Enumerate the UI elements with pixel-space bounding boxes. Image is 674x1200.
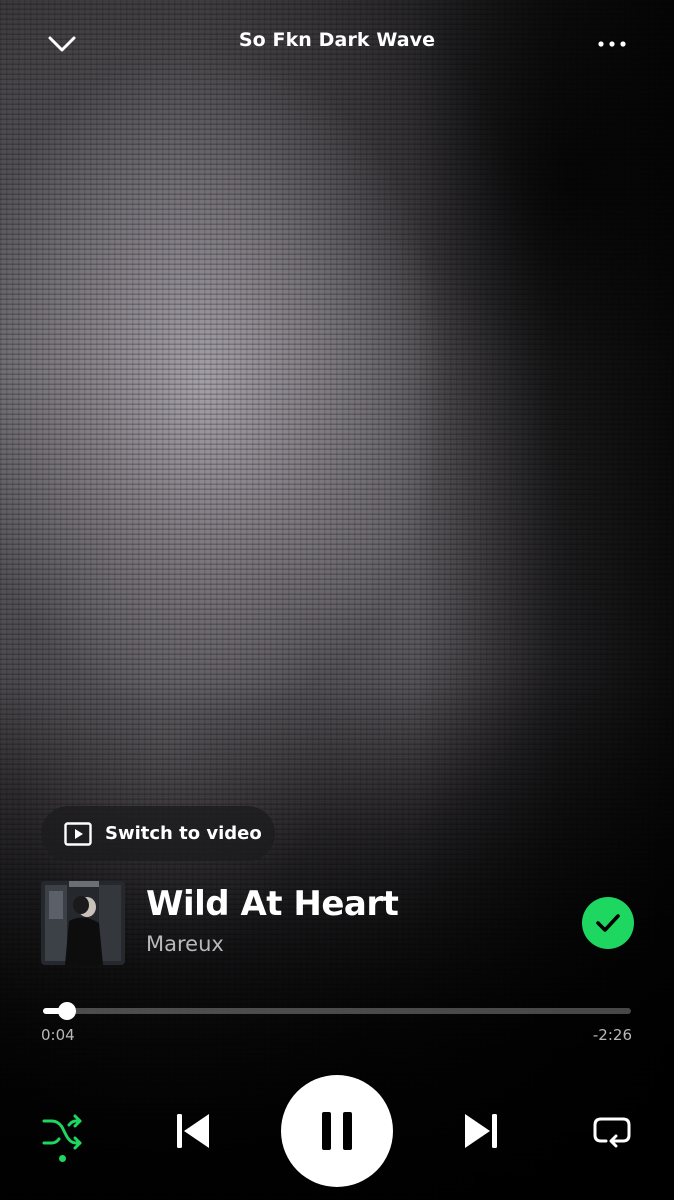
previous-button[interactable] — [168, 1106, 218, 1156]
next-button[interactable] — [456, 1106, 506, 1156]
repeat-icon — [593, 1117, 631, 1148]
pause-icon — [322, 1112, 352, 1150]
liked-button[interactable] — [582, 897, 634, 949]
elapsed-time: 0:04 — [41, 1026, 75, 1044]
progress-knob[interactable] — [57, 1002, 76, 1020]
track-title[interactable]: Wild At Heart — [146, 884, 399, 924]
more-options-icon — [598, 41, 626, 47]
track-artist[interactable]: Mareux — [146, 932, 224, 956]
shuffle-button[interactable] — [38, 1108, 88, 1156]
progress-bar[interactable] — [43, 1002, 631, 1020]
switch-to-video-button[interactable]: Switch to video — [41, 806, 275, 861]
remaining-time: -2:26 — [592, 1026, 632, 1044]
play-video-icon — [64, 821, 92, 846]
more-options-button[interactable] — [590, 24, 634, 64]
skip-next-icon — [465, 1114, 497, 1148]
shuffle-active-indicator — [59, 1155, 66, 1162]
check-icon — [596, 914, 620, 932]
player-header: So Fkn Dark Wave — [0, 0, 674, 86]
playlist-title: So Fkn Dark Wave — [238, 29, 436, 51]
repeat-button[interactable] — [586, 1106, 638, 1156]
switch-to-video-label: Switch to video — [105, 823, 262, 844]
shuffle-icon — [42, 1114, 82, 1150]
pause-button[interactable] — [281, 1075, 393, 1187]
skip-previous-icon — [177, 1114, 209, 1148]
track-artwork[interactable] — [41, 881, 125, 965]
